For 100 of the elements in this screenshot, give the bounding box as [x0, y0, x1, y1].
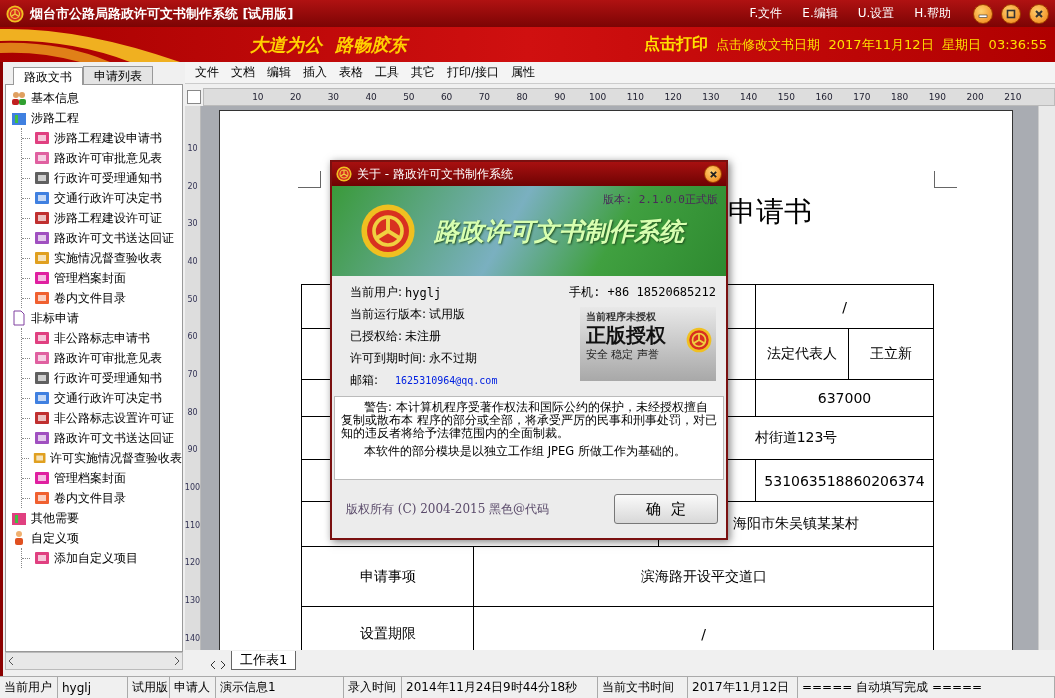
tree-item[interactable]: 卷内文件目录: [22, 288, 182, 308]
edit-date-link[interactable]: 点击修改文书日期: [716, 35, 821, 54]
status-field: hyglj: [58, 677, 128, 698]
document-icon: [34, 550, 50, 566]
tree-item[interactable]: 管理档案封面: [22, 268, 182, 288]
sidebar-tab[interactable]: 申请列表: [83, 66, 153, 84]
close-button[interactable]: [704, 165, 722, 183]
document-icon: [34, 290, 50, 306]
scroll-left-icon[interactable]: [6, 656, 16, 666]
document-icon: [34, 350, 50, 366]
tree-item[interactable]: 基本信息: [11, 88, 182, 108]
tree-item[interactable]: 卷内文件目录: [22, 488, 182, 508]
menu-item[interactable]: 表格: [333, 64, 369, 82]
status-field: 2017年11月12日: [688, 677, 798, 698]
vertical-scrollbar[interactable]: [1038, 106, 1055, 651]
table-cell: 法定代表人: [756, 329, 849, 381]
menu-item[interactable]: F.文件: [749, 5, 783, 22]
window-title: 烟台市公路局路政许可文书制作系统 [试用版]: [30, 4, 295, 23]
horizontal-scrollbar[interactable]: [5, 652, 183, 670]
info-label: 当前运行版本:: [350, 306, 427, 323]
close-icon: [1034, 8, 1044, 19]
tree-item[interactable]: 非公路标志设置许可证: [22, 408, 182, 428]
menu-item[interactable]: 属性: [505, 64, 542, 82]
table-cell: 王立新: [849, 329, 934, 381]
menu-item[interactable]: 编辑: [261, 64, 297, 82]
menu-item[interactable]: 打印/接口: [441, 64, 506, 82]
phone-text: 手机: +86 18520685212: [568, 284, 716, 301]
menu-item[interactable]: 工具: [369, 64, 405, 82]
date-text: 2017年11月12日: [828, 35, 934, 54]
tree-item[interactable]: 路政许可文书送达回证: [22, 228, 182, 248]
document-icon: [34, 230, 50, 246]
copyright-text: 版权所有 (C) 2004-2015 黑色@代码: [346, 500, 550, 518]
close-button[interactable]: [1029, 3, 1049, 24]
status-field: 演示信息1: [216, 677, 344, 698]
status-field: 申请人: [170, 677, 216, 698]
document-title: 申请书: [728, 195, 812, 229]
tree-item[interactable]: 自定义项: [11, 528, 182, 548]
document-icon: [34, 390, 50, 406]
emblem-icon: [6, 4, 24, 23]
info-label: 邮箱:: [350, 372, 379, 389]
document-icon: [34, 130, 50, 146]
minimize-button[interactable]: [973, 3, 993, 24]
tree-item[interactable]: 涉路工程建设许可证: [22, 208, 182, 228]
menu-item[interactable]: 文件: [189, 64, 225, 82]
menu-item[interactable]: 插入: [297, 64, 333, 82]
info-label: 许可到期时间:: [350, 350, 427, 367]
info-value: hyglj: [405, 285, 442, 300]
table-cell: 滨海路开设平交道口: [474, 547, 934, 608]
tree-item[interactable]: 非公路标志申请书: [22, 328, 182, 348]
menu-item[interactable]: 其它: [405, 64, 441, 82]
ok-button[interactable]: 确 定: [614, 494, 718, 524]
maximize-icon: [1006, 8, 1016, 19]
tree-item[interactable]: 管理档案封面: [22, 468, 182, 488]
tree-item[interactable]: 路政许可审批意见表: [22, 348, 182, 368]
tree-item[interactable]: 交通行政许可决定书: [22, 388, 182, 408]
tree-item[interactable]: 非标申请: [11, 308, 182, 328]
tree-item[interactable]: 路政许可审批意见表: [22, 148, 182, 168]
tree-item[interactable]: 交通行政许可决定书: [22, 188, 182, 208]
tree-item[interactable]: 路政许可文书送达回证: [22, 428, 182, 448]
tree-item[interactable]: 行政许可受理通知书: [22, 168, 182, 188]
margin-mark: [934, 171, 957, 189]
emblem-icon: [360, 203, 416, 259]
table-cell: 申请事项: [302, 547, 474, 608]
table-cell: 531063518860206374: [756, 460, 934, 503]
menu-item[interactable]: H.帮助: [914, 5, 951, 22]
email-link[interactable]: 1625310964@qq.com: [395, 375, 498, 386]
status-field: 试用版: [128, 677, 170, 698]
tree-item[interactable]: 行政许可受理通知书: [22, 368, 182, 388]
emblem-icon: [686, 327, 712, 353]
tree-item[interactable]: 其他需要: [11, 508, 182, 528]
sheet-tab[interactable]: 工作表1: [231, 651, 297, 670]
document-icon: [34, 330, 50, 346]
menu-item[interactable]: U.设置: [857, 5, 895, 22]
sheet-nav-icon[interactable]: [209, 660, 227, 670]
maximize-button[interactable]: [1001, 3, 1021, 24]
info-value: 未注册: [405, 328, 442, 345]
document-icon: [34, 190, 50, 206]
document-icon: [34, 490, 50, 506]
menu-item[interactable]: E.编辑: [802, 5, 838, 22]
badge-text: 当前程序未授权: [586, 310, 656, 324]
status-field: ===== 自动填写完成 =====: [798, 677, 1055, 698]
sidebar-tab[interactable]: 路政文书: [13, 67, 83, 85]
tree-item[interactable]: 添加自定义项目: [22, 548, 182, 568]
info-value: 试用版: [429, 306, 466, 323]
print-link[interactable]: 点击打印: [644, 34, 709, 55]
scroll-right-icon[interactable]: [172, 656, 182, 666]
document-icon: [34, 250, 50, 266]
horizontal-ruler: 10 20 30 40 50 60 70 80 90 100 110 120 130 140 150 160 170 180 190 200 210: [203, 88, 1055, 107]
tree-item[interactable]: 实施情况督查验收表: [22, 248, 182, 268]
badge-title: 正版授权: [586, 324, 666, 347]
menu-item[interactable]: 文档: [225, 64, 261, 82]
table-cell: 637000: [756, 380, 934, 418]
status-field: 录入时间: [344, 677, 402, 698]
people-icon: [11, 90, 27, 106]
tree-item[interactable]: 涉路工程建设申请书: [22, 128, 182, 148]
ruler-corner[interactable]: [187, 90, 201, 105]
tree-item[interactable]: 许可实施情况督查验收表: [22, 448, 182, 468]
table-cell: /: [756, 285, 934, 330]
tree-item[interactable]: 涉路工程: [11, 108, 182, 128]
version-text: 版本: 2.1.0.0正式版: [603, 192, 718, 207]
